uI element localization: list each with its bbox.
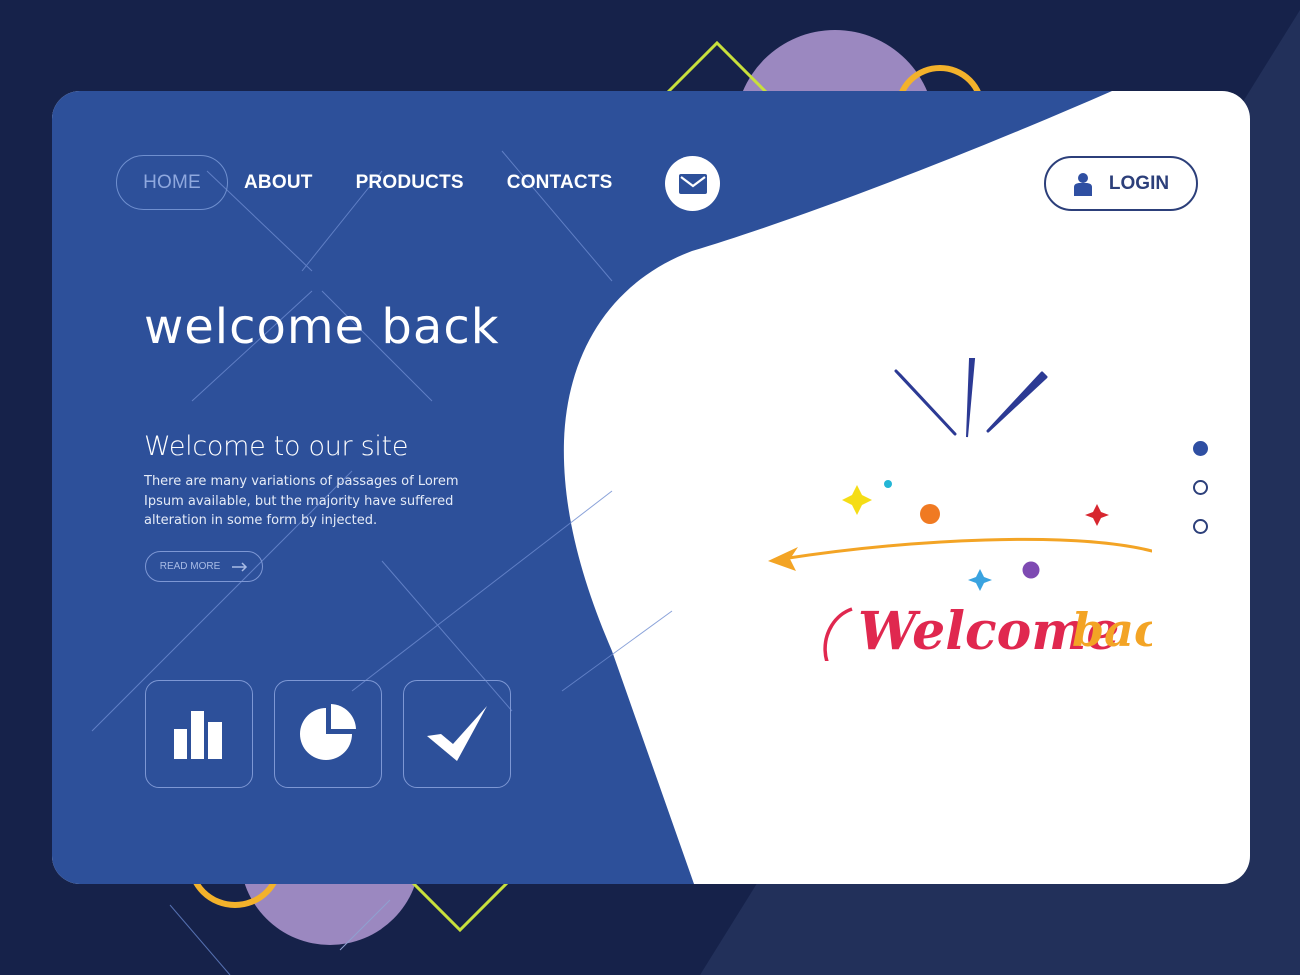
envelope-icon <box>678 173 707 194</box>
gold-arrowhead <box>768 547 798 571</box>
read-more-button[interactable]: READ MORE <box>145 551 263 582</box>
decor-line <box>169 904 231 975</box>
nav-home[interactable]: HOME <box>116 155 228 210</box>
pagination-dot-3[interactable] <box>1193 519 1208 534</box>
login-button[interactable]: LOGIN <box>1044 156 1198 211</box>
dot-cyan <box>884 480 892 488</box>
pagination-dot-2[interactable] <box>1193 480 1208 495</box>
welcome-back-illustration: Welcome back <box>768 358 1152 661</box>
user-icon <box>1073 172 1092 196</box>
read-more-label: READ MORE <box>159 561 221 572</box>
landing-card: HOME ABOUT PRODUCTS CONTACTS LOGIN welco… <box>52 91 1250 884</box>
sparkle-red <box>1085 504 1109 526</box>
bar-chart-icon <box>174 711 222 759</box>
sparkle-yellow <box>842 485 872 515</box>
sparkle-blue <box>968 569 992 591</box>
mail-button[interactable] <box>665 156 720 211</box>
nav-products[interactable]: PRODUCTS <box>356 155 464 210</box>
feature-complete-button[interactable] <box>403 680 511 788</box>
burst-line-left <box>894 369 957 436</box>
nav-about[interactable]: ABOUT <box>244 155 313 210</box>
login-label: LOGIN <box>1108 172 1170 194</box>
dot-orange <box>920 504 940 524</box>
feature-stats-button[interactable] <box>145 680 253 788</box>
back-script-text: back <box>1072 603 1152 657</box>
checkmark-icon <box>427 706 487 761</box>
burst-line-right <box>986 371 1048 433</box>
pagination-dots <box>1193 441 1211 558</box>
arrow-right-icon <box>232 561 248 572</box>
dot-purple <box>1022 561 1040 579</box>
pie-chart-icon <box>300 704 356 760</box>
pagination-dot-1[interactable] <box>1193 441 1208 456</box>
hero-body-text: There are many variations of passages of… <box>144 474 459 528</box>
hero-title: welcome back <box>144 299 500 355</box>
feature-analytics-button[interactable] <box>274 680 382 788</box>
burst-line-center <box>966 358 976 438</box>
lime-chevron-bottom <box>408 878 512 933</box>
nav-contacts[interactable]: CONTACTS <box>507 155 613 210</box>
hero-subtitle: Welcome to our site <box>144 431 409 462</box>
main-nav: HOME ABOUT PRODUCTS CONTACTS <box>116 155 613 210</box>
